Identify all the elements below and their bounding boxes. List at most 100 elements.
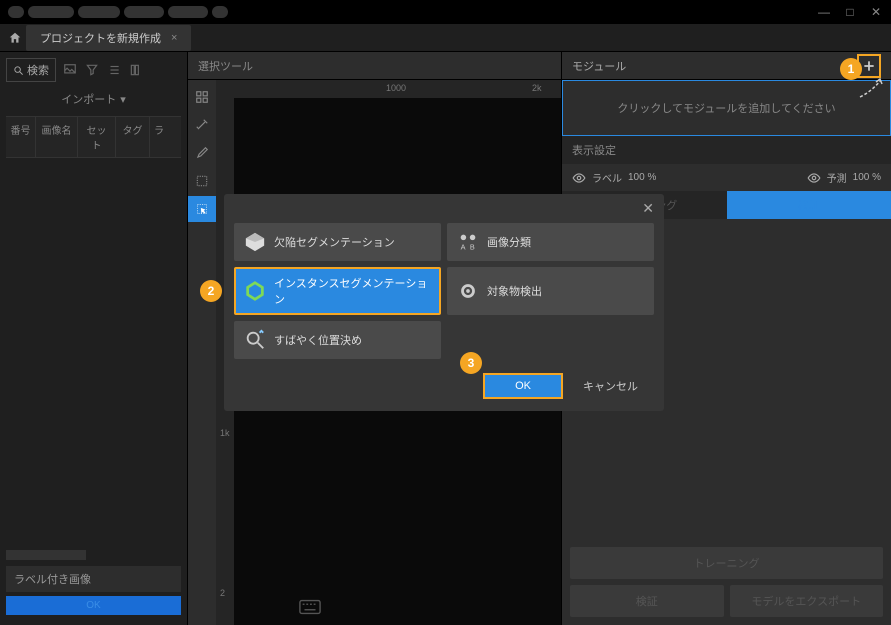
display-settings-header: 表示設定: [562, 136, 891, 164]
option-quick-locate[interactable]: すばやく位置決め: [234, 321, 441, 359]
callout-1: 1: [840, 58, 862, 80]
keyboard-icon[interactable]: [299, 599, 321, 615]
svg-text:A: A: [461, 242, 466, 251]
home-icon[interactable]: [8, 31, 22, 45]
maximize-button[interactable]: □: [843, 5, 857, 19]
export-model-button[interactable]: モデルをエクスポート: [730, 585, 884, 617]
object-det-icon: [457, 280, 479, 302]
selection-tool[interactable]: [188, 196, 216, 222]
list-header: 番号 画像名 セット タグ ラ: [6, 116, 181, 158]
minimize-button[interactable]: —: [817, 5, 831, 19]
center-header: 選択ツール: [188, 52, 561, 80]
left-panel: 検索 インポート ▾ 番号 画像名 セット タグ ラ ラベル付き画像: [0, 52, 188, 625]
import-label: インポート: [61, 91, 116, 107]
option-defect-segmentation[interactable]: 欠陥セグメンテーション: [234, 223, 441, 261]
left-bottom: ラベル付き画像 OK: [6, 546, 181, 619]
module-type-modal: ✕ 欠陥セグメンテーション AB 画像分類 インスタンスセグメンテーション 対象…: [224, 194, 664, 411]
list-icon[interactable]: [104, 59, 124, 81]
callout-2: 2: [200, 280, 222, 302]
header-name[interactable]: 画像名: [36, 117, 78, 157]
titlebar-pill: [124, 6, 164, 18]
modal-options: 欠陥セグメンテーション AB 画像分類 インスタンスセグメンテーション 対象物検…: [224, 223, 664, 359]
hint-arrow-icon: [858, 77, 886, 99]
option-object-detection[interactable]: 対象物検出: [447, 267, 654, 315]
ruler-tick: 1000: [386, 83, 406, 93]
chevron-down-icon: ▾: [120, 93, 126, 106]
modal-footer: OK キャンセル: [224, 359, 664, 399]
instance-seg-icon: [244, 280, 266, 302]
tab-title: プロジェクトを新規作成: [40, 30, 161, 46]
ruler-tick: 1k: [220, 428, 230, 438]
project-tab[interactable]: プロジェクトを新規作成 ×: [26, 25, 191, 51]
quick-locate-icon: [244, 329, 266, 351]
left-toolbar: 検索: [6, 58, 181, 82]
close-button[interactable]: ✕: [869, 5, 883, 19]
validate-button[interactable]: 検証: [570, 585, 724, 617]
header-set[interactable]: セット: [78, 117, 116, 157]
tabbar: プロジェクトを新規作成 ×: [0, 24, 891, 52]
module-header-label: モジュール: [572, 58, 626, 74]
eye-icon: [572, 171, 586, 185]
window-controls: — □ ✕: [817, 5, 883, 19]
titlebar-pill: [28, 6, 74, 18]
import-row: インポート ▾: [6, 88, 181, 110]
image-class-icon: AB: [457, 231, 479, 253]
image-list-empty: [6, 158, 181, 546]
wand-tool[interactable]: [188, 112, 216, 138]
import-button[interactable]: インポート ▾: [49, 88, 138, 110]
ruler-horizontal: 1000 2k: [216, 80, 561, 98]
option-label: 画像分類: [487, 234, 531, 250]
ruler-tick: 2: [220, 588, 225, 598]
search-label: 検索: [27, 62, 49, 78]
search-icon: [13, 65, 24, 76]
tab-validation[interactable]: 検証: [727, 191, 891, 219]
header-label[interactable]: ラ: [150, 117, 168, 157]
option-label: 欠陥セグメンテーション: [274, 234, 395, 250]
defect-seg-icon: [244, 231, 266, 253]
modal-close-row: ✕: [224, 194, 664, 223]
image-grid-icon[interactable]: [60, 59, 80, 81]
eye-icon: [807, 171, 821, 185]
option-label: 対象物検出: [487, 283, 542, 299]
right-bottom-buttons: トレーニング 検証 モデルをエクスポート: [562, 539, 891, 625]
modal-close-button[interactable]: ✕: [642, 200, 654, 217]
filter-icon[interactable]: [82, 59, 102, 81]
pred-visibility[interactable]: 予測 100 %: [807, 170, 881, 185]
ruler-tick: 2k: [532, 83, 542, 93]
ok-button[interactable]: OK: [483, 373, 563, 399]
titlebar-pill: [78, 6, 120, 18]
brush-tool[interactable]: [188, 140, 216, 166]
progress-bar: [6, 550, 86, 560]
titlebar-pill: [8, 6, 24, 18]
header-tag[interactable]: タグ: [116, 117, 150, 157]
option-label: すばやく位置決め: [274, 332, 362, 348]
titlebar-pill: [212, 6, 228, 18]
display-row: ラベル 100 % 予測 100 %: [562, 164, 891, 191]
grid-tool[interactable]: [188, 84, 216, 110]
left-toolbar-icons: [60, 59, 146, 81]
ok-bar[interactable]: OK: [6, 596, 181, 615]
label-pct: 100 %: [628, 172, 656, 183]
option-image-classification[interactable]: AB 画像分類: [447, 223, 654, 261]
label-visibility[interactable]: ラベル 100 %: [572, 170, 656, 185]
add-module-area[interactable]: クリックしてモジュールを追加してください: [562, 80, 891, 136]
option-label: インスタンスセグメンテーション: [274, 275, 431, 307]
labeled-images-button[interactable]: ラベル付き画像: [6, 566, 181, 592]
callout-3: 3: [460, 352, 482, 374]
rect-select-tool[interactable]: [188, 168, 216, 194]
option-instance-segmentation[interactable]: インスタンスセグメンテーション: [234, 267, 441, 315]
tool-strip: [188, 80, 216, 625]
header-num[interactable]: 番号: [6, 117, 36, 157]
columns-icon[interactable]: [126, 59, 146, 81]
plus-icon: [862, 59, 876, 73]
search-button[interactable]: 検索: [6, 58, 56, 82]
pred-pct: 100 %: [853, 172, 881, 183]
training-button[interactable]: トレーニング: [570, 547, 883, 579]
svg-text:B: B: [470, 242, 475, 251]
tab-close-icon[interactable]: ×: [171, 32, 177, 44]
cancel-button[interactable]: キャンセル: [571, 373, 650, 399]
pred-text: 予測: [827, 170, 847, 185]
titlebar: — □ ✕: [0, 0, 891, 24]
titlebar-pill: [168, 6, 208, 18]
label-text: ラベル: [592, 170, 622, 185]
